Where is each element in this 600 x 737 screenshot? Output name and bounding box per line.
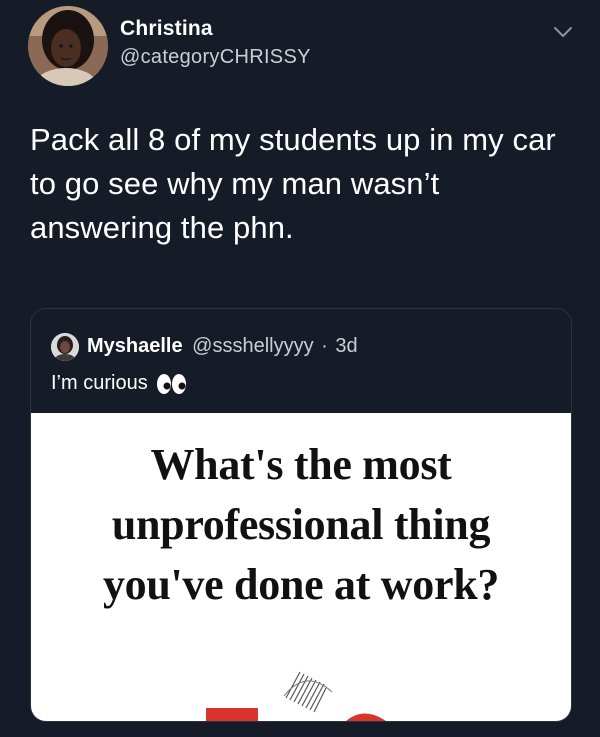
quoted-author-avatar[interactable] bbox=[51, 333, 79, 361]
author-avatar[interactable] bbox=[28, 6, 108, 86]
tweet-text: Pack all 8 of my students up in my car t… bbox=[30, 122, 556, 245]
media-logo-partial bbox=[196, 668, 396, 721]
quoted-tweet-header: Myshaelle @ssshellyyyy · 3d bbox=[87, 335, 358, 358]
tweet: Christina @categoryCHRISSY Pack all 8 of… bbox=[0, 0, 600, 737]
quoted-tweet-text-line: I’m curious bbox=[51, 372, 188, 395]
quoted-tweet-time[interactable]: 3d bbox=[335, 335, 357, 357]
author-name[interactable]: Christina bbox=[120, 17, 213, 41]
quoted-author-name[interactable]: Myshaelle bbox=[87, 335, 183, 357]
quoted-tweet-text: I’m curious bbox=[51, 372, 148, 394]
author-handle[interactable]: @categoryCHRISSY bbox=[120, 46, 311, 69]
quoted-author-handle[interactable]: @ssshellyyyy bbox=[192, 335, 313, 357]
separator-dot: · bbox=[321, 335, 328, 357]
quoted-tweet-media[interactable]: What's the most unprofessional thing you… bbox=[31, 413, 571, 721]
eyes-emoji-icon bbox=[156, 373, 188, 395]
chevron-down-icon[interactable] bbox=[552, 24, 574, 40]
quoted-tweet-card[interactable]: Myshaelle @ssshellyyyy · 3d I’m curious … bbox=[30, 308, 572, 722]
media-headline: What's the most unprofessional thing you… bbox=[102, 440, 500, 609]
